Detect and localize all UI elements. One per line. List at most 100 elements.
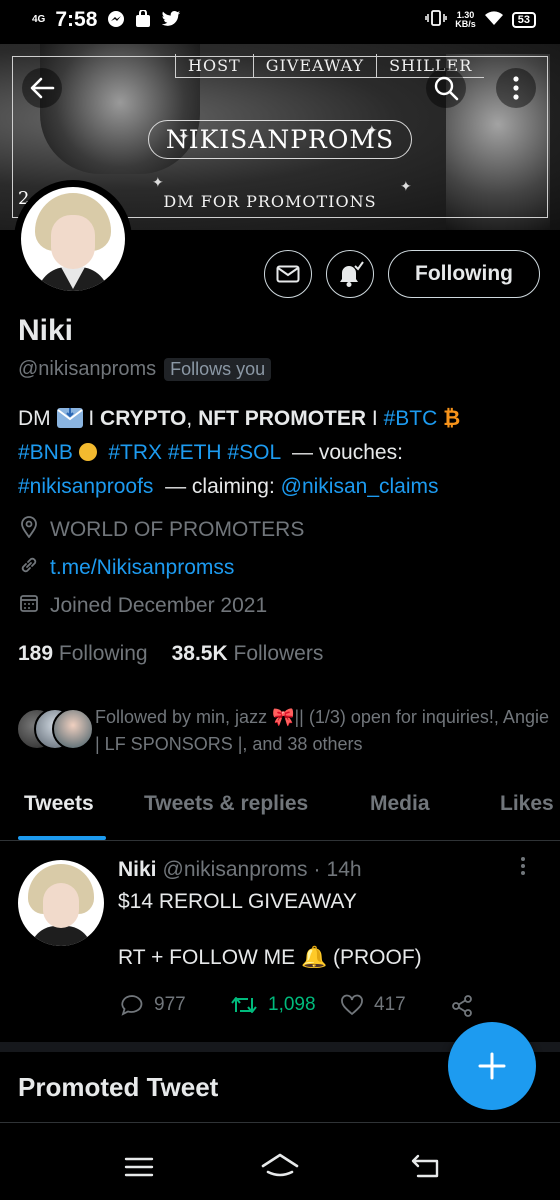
clock: 7:58 <box>55 8 98 31</box>
messenger-icon <box>107 10 125 31</box>
tweet-author-name[interactable]: Niki <box>118 858 157 882</box>
back-nav-button[interactable] <box>410 1154 442 1185</box>
status-bar: 4G 7:58 1.30 KB/s 53 <box>0 0 560 44</box>
notifications-button[interactable] <box>326 250 374 298</box>
following-label: Following <box>58 642 148 665</box>
status-right: 1.30 KB/s 53 <box>425 10 536 29</box>
tweet-text: $14 REROLL GIVEAWAY RT + FOLLOW ME 🔔 (PR… <box>118 888 538 972</box>
bio-text: I <box>82 407 101 430</box>
tab-likes[interactable]: Likes <box>500 792 554 816</box>
handle-row: @nikisanproms Follows you <box>18 358 272 381</box>
followers-stat[interactable]: 38.5K Followers <box>172 642 324 666</box>
followers-count: 38.5K <box>171 642 228 665</box>
battery-indicator: 53 <box>511 11 536 28</box>
back-button[interactable] <box>22 68 62 108</box>
profile-bio: DM I CRYPTO, NFT PROMOTER I #BTC ₿ #BNB … <box>18 402 548 504</box>
mention-nikisan-claims[interactable]: @nikisan_claims <box>281 475 439 498</box>
bio-text: , <box>186 407 199 430</box>
shop-icon <box>135 8 151 31</box>
profile-tabs: Tweets Tweets & replies Media Likes <box>0 774 560 841</box>
calendar-icon <box>18 593 40 618</box>
hashtag-nikisanproofs[interactable]: #nikisanproofs <box>18 475 153 498</box>
bitcoin-icon: ₿ <box>443 407 461 430</box>
message-button[interactable] <box>264 250 312 298</box>
recent-apps-button[interactable] <box>124 1156 154 1183</box>
banner-menu-host: HOST <box>175 54 253 78</box>
bio-text: CRYPTO <box>100 407 187 430</box>
tab-media[interactable]: Media <box>370 792 430 816</box>
sparkle-icon: ✦ <box>152 174 164 190</box>
status-left: 4G 7:58 <box>32 8 181 32</box>
following-stat[interactable]: 189 Following <box>18 642 148 666</box>
twitter-bird-icon <box>161 10 181 31</box>
bell-check-icon <box>340 261 364 287</box>
profile-avatar[interactable] <box>14 180 132 298</box>
retweet-button[interactable]: 1,098 <box>230 994 316 1016</box>
tab-tweets[interactable]: Tweets <box>24 792 94 816</box>
active-tab-indicator <box>18 836 106 840</box>
profile-link[interactable]: t.me/Nikisanpromss <box>50 556 234 580</box>
location-pin-icon <box>18 516 40 543</box>
tweet-actions: 977 1,098 417 <box>118 994 498 1024</box>
tweet-more-button[interactable] <box>520 856 526 882</box>
home-button[interactable] <box>260 1152 300 1185</box>
joined-row: Joined December 2021 <box>18 593 267 618</box>
tweet-line: RT + FOLLOW ME 🔔 (PROOF) <box>118 946 422 969</box>
follow-stats: 189 Following 38.5K Followers <box>18 642 323 666</box>
following-button[interactable]: Following <box>388 250 540 298</box>
banner-subtitle: DM FOR PROMOTIONS <box>163 192 377 211</box>
bio-text: — vouches: <box>292 441 403 464</box>
profile-name: Niki <box>18 314 74 347</box>
retweet-icon <box>231 997 257 1013</box>
following-count: 189 <box>18 642 54 665</box>
tweet-header: Niki @nikisanproms · 14h <box>118 858 362 882</box>
compose-tweet-button[interactable] <box>448 1022 536 1110</box>
hashtag-sol[interactable]: #SOL <box>227 441 280 464</box>
back-icon <box>411 1154 439 1178</box>
more-vertical-icon <box>513 76 519 100</box>
profile-joined: Joined December 2021 <box>50 593 268 617</box>
home-icon <box>261 1153 299 1177</box>
bnb-coin-icon <box>78 443 97 461</box>
plus-icon <box>478 1052 506 1080</box>
reply-count: 977 <box>154 994 186 1015</box>
hashtag-btc[interactable]: #BTC <box>384 407 438 430</box>
location-row: WORLD OF PROMOTERS <box>18 516 304 543</box>
tab-tweets-and-replies[interactable]: Tweets & replies <box>144 792 308 816</box>
network-indicator: 4G <box>32 14 46 25</box>
tweet-time: 14h <box>326 858 362 881</box>
more-vertical-icon <box>521 857 525 875</box>
promoted-tweet-heading: Promoted Tweet <box>18 1072 219 1102</box>
avatar <box>52 708 94 750</box>
reply-button[interactable]: 977 <box>120 994 186 1016</box>
menu-icon <box>124 1157 154 1177</box>
share-button[interactable] <box>450 994 474 1018</box>
tweet-line: $14 REROLL GIVEAWAY <box>118 890 357 913</box>
followed-by-avatars[interactable] <box>16 706 94 750</box>
bio-text: DM <box>18 407 51 430</box>
heart-icon <box>341 994 363 1016</box>
hashtag-trx[interactable]: #TRX <box>108 441 162 464</box>
search-button[interactable] <box>426 68 466 108</box>
retweet-count: 1,098 <box>268 994 316 1015</box>
link-icon <box>18 555 40 580</box>
bio-text: NFT PROMOTER <box>198 407 367 430</box>
like-button[interactable]: 417 <box>340 994 406 1016</box>
followers-label: Followers <box>233 642 324 665</box>
tweet-author-handle[interactable]: @nikisanproms <box>163 858 308 882</box>
envelope-emoji-icon <box>56 408 83 428</box>
reply-icon <box>121 995 143 1016</box>
tweet-avatar[interactable] <box>18 860 104 946</box>
more-options-button[interactable] <box>496 68 536 108</box>
bio-text: I <box>366 407 384 430</box>
like-count: 417 <box>374 994 406 1015</box>
hashtag-eth[interactable]: #ETH <box>168 441 222 464</box>
arrow-left-icon <box>30 77 55 99</box>
follows-you-badge: Follows you <box>164 358 272 381</box>
followed-by-text[interactable]: Followed by min, jazz 🎀|| (1/3) open for… <box>95 704 550 758</box>
wifi-icon <box>484 10 504 29</box>
profile-handle: @nikisanproms <box>18 358 157 380</box>
data-speed: 1.30 KB/s <box>455 9 476 29</box>
vibrate-icon <box>425 10 447 29</box>
hashtag-bnb[interactable]: #BNB <box>18 441 73 464</box>
